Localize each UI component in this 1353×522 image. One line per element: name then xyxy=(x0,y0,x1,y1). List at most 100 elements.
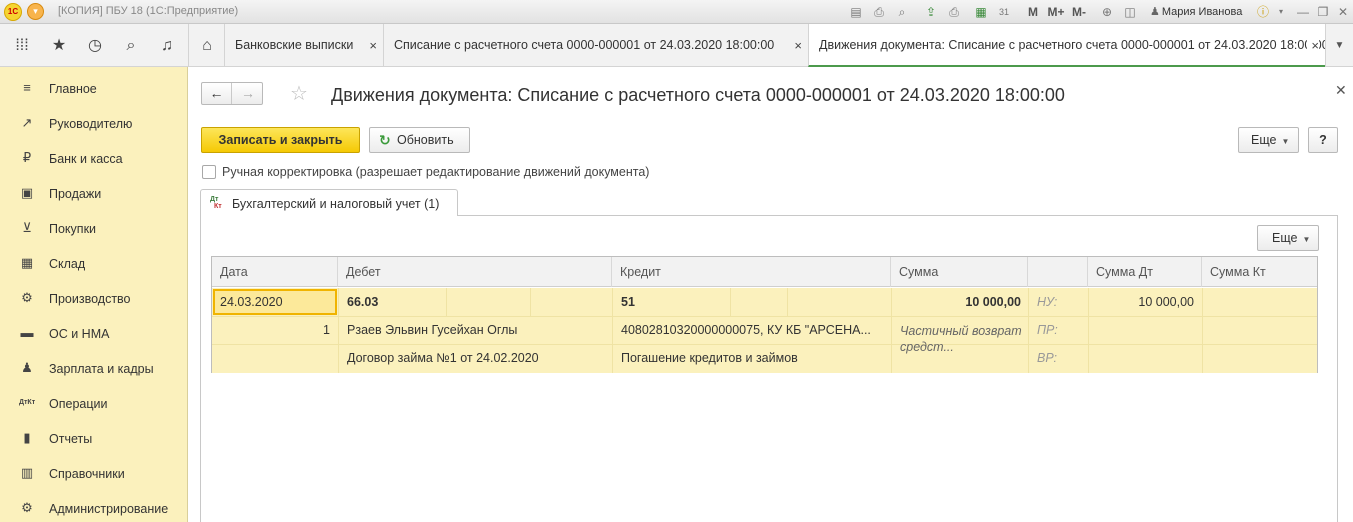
notifications-bell-icon[interactable]: ♫ xyxy=(156,36,178,56)
calendar-icon[interactable]: 31 xyxy=(996,4,1012,20)
tabs-dropdown-icon[interactable]: ▼ xyxy=(1325,24,1353,67)
refresh-icon: ↻ xyxy=(379,132,391,148)
column-header-empty[interactable] xyxy=(1028,257,1088,287)
person-icon: ♟ xyxy=(21,360,33,375)
date-cell[interactable]: 24.03.2020 xyxy=(213,289,337,315)
sidebar-item-salary[interactable]: ♟ Зарплата и кадры xyxy=(0,350,188,385)
help-button[interactable]: ? xyxy=(1308,127,1338,153)
memory-minus-button[interactable]: M- xyxy=(1069,4,1089,20)
sidebar-item-bank[interactable]: ₽ Банк и касса xyxy=(0,140,188,175)
zoom-icon[interactable]: ⊕ xyxy=(1099,4,1115,20)
info-dropdown-icon[interactable]: ▾ xyxy=(1273,4,1289,20)
sidebar-item-catalogs[interactable]: ▥ Справочники xyxy=(0,455,188,490)
manual-correction-checkbox[interactable] xyxy=(202,165,216,179)
main-menu-button[interactable]: ▾ xyxy=(27,3,44,20)
sidebar-item-admin[interactable]: ⚙ Администрирование xyxy=(0,490,188,522)
ruble-icon: ₽ xyxy=(22,150,32,165)
credit-account[interactable]: 51 xyxy=(621,288,635,316)
column-header-sum-kt[interactable]: Сумма Кт xyxy=(1202,257,1317,287)
tab-close-icon[interactable]: × xyxy=(1307,24,1319,65)
column-header-credit[interactable]: Кредит xyxy=(612,257,891,287)
basket-icon: ⊻ xyxy=(22,220,32,235)
content-text[interactable]: Частичный возврат средст... xyxy=(900,323,1022,359)
sidebar-item-label: Отчеты xyxy=(49,432,93,446)
sidebar-item-sales[interactable]: ▣ Продажи xyxy=(0,175,188,210)
upload-icon[interactable]: ⇪ xyxy=(923,4,939,20)
bar-chart-icon: ▮ xyxy=(23,430,31,445)
close-form-icon[interactable]: ✕ xyxy=(1335,82,1347,99)
vr-label: ВР: xyxy=(1037,351,1058,365)
forward-arrow-icon[interactable]: → xyxy=(233,83,263,104)
gear-icon: ⚙ xyxy=(21,500,33,515)
sidebar-item-label: Справочники xyxy=(49,467,125,481)
sidebar-item-production[interactable]: ⚙ Производство xyxy=(0,280,188,315)
info-icon[interactable]: ⓘ xyxy=(1255,4,1271,20)
tab-accounting-tax[interactable]: Дт Кт Бухгалтерский и налоговый учет (1) xyxy=(200,189,458,216)
memory-m-button[interactable]: M xyxy=(1025,4,1041,20)
save-icon[interactable]: ▤ xyxy=(848,4,864,20)
menu-lines-icon: ≡ xyxy=(23,80,31,95)
debit-account[interactable]: 66.03 xyxy=(347,288,378,316)
sum-dt-value[interactable]: 10 000,00 xyxy=(1088,288,1194,316)
sum-value[interactable]: 10 000,00 xyxy=(891,288,1021,316)
restore-icon[interactable]: ❐ xyxy=(1315,4,1331,20)
sidebar: ≡ Главное ↗ Руководителю ₽ Банк и касса ▣ Пр… xyxy=(0,67,188,522)
home-icon[interactable]: ⌂ xyxy=(190,24,224,67)
more-button[interactable]: Еще ▼ xyxy=(1238,127,1299,153)
print-icon[interactable]: ⎙ xyxy=(871,4,887,20)
calculator-icon[interactable]: ▦ xyxy=(973,4,989,20)
sum-kt-value[interactable] xyxy=(1202,288,1308,316)
column-header-debit[interactable]: Дебет xyxy=(338,257,612,287)
back-arrow-icon[interactable]: ← xyxy=(202,83,232,104)
history-icon[interactable]: ◷ xyxy=(84,36,106,56)
tab-bank-statements[interactable]: Банковские выписки × xyxy=(224,24,383,67)
window-title: [КОПИЯ] ПБУ 18 (1С:Предприятие) xyxy=(58,5,239,17)
user-menu[interactable]: ♟ Мария Иванова xyxy=(1150,5,1242,18)
column-header-sum-dt[interactable]: Сумма Дт xyxy=(1088,257,1202,287)
more-label: Еще xyxy=(1251,133,1277,147)
tab-close-icon[interactable]: × xyxy=(369,24,377,67)
apps-grid-icon[interactable]: ⁞⁞⁞ xyxy=(11,36,33,56)
save-and-close-button[interactable]: Записать и закрыть xyxy=(201,127,360,153)
minimize-icon[interactable]: — xyxy=(1295,4,1311,20)
column-divider xyxy=(730,288,731,316)
column-header-sum[interactable]: Сумма xyxy=(891,257,1028,287)
search-icon[interactable]: ⌕ xyxy=(120,36,142,56)
favorites-star-icon[interactable]: ★ xyxy=(48,36,70,56)
column-divider xyxy=(530,288,531,316)
sidebar-item-reports[interactable]: ▮ Отчеты xyxy=(0,420,188,455)
refresh-button[interactable]: ↻ Обновить xyxy=(369,127,470,153)
printer-icon[interactable]: ⎙ xyxy=(946,4,962,20)
debit-subconto-2[interactable]: Договор займа №1 от 24.02.2020 xyxy=(347,344,539,372)
table-header: Дата Дебет Кредит Сумма Сумма Дт Сумма К… xyxy=(212,257,1317,287)
panels-icon[interactable]: ◫ xyxy=(1122,4,1138,20)
nu-label: НУ: xyxy=(1037,295,1058,309)
memory-plus-button[interactable]: M+ xyxy=(1046,4,1066,20)
sidebar-item-fixed-assets[interactable]: ▬ ОС и НМА xyxy=(0,315,188,350)
table-more-button[interactable]: Еще ▼ xyxy=(1257,225,1319,251)
sidebar-item-main[interactable]: ≡ Главное xyxy=(0,70,188,105)
sidebar-item-operations[interactable]: ДтКт Операции xyxy=(0,385,188,420)
table-row[interactable]: 24.03.2020 1 66.03 Рзаев Эльвин Гусейхан… xyxy=(212,288,1317,373)
book-icon: ▥ xyxy=(20,465,34,480)
sidebar-item-purchases[interactable]: ⊻ Покупки xyxy=(0,210,188,245)
tab-close-icon[interactable]: × xyxy=(794,24,802,67)
tab-payment-document[interactable]: Списание с расчетного счета 0000-000001 … xyxy=(383,24,808,67)
credit-subconto-2[interactable]: Погашение кредитов и займов xyxy=(621,344,798,372)
sidebar-item-director[interactable]: ↗ Руководителю xyxy=(0,105,188,140)
credit-subconto-1[interactable]: 40802810320000000075, КУ КБ "АРСЕНА... xyxy=(621,316,887,344)
manual-correction-label[interactable]: Ручная корректировка (разрешает редактир… xyxy=(222,165,649,179)
column-header-date[interactable]: Дата xyxy=(212,257,338,287)
favorite-star-icon[interactable]: ☆ xyxy=(290,81,308,106)
close-window-icon[interactable]: ✕ xyxy=(1335,4,1351,20)
top-navigation: ⁞⁞⁞ ★ ◷ ⌕ ♫ ⌂ Банковские выписки × Списа… xyxy=(0,24,1353,67)
sidebar-item-label: ОС и НМА xyxy=(49,327,110,341)
dt-kt-icon: ДтКт xyxy=(210,196,222,210)
sidebar-item-label: Склад xyxy=(49,257,86,271)
debit-subconto-1[interactable]: Рзаев Эльвин Гусейхан Оглы xyxy=(347,316,517,344)
sidebar-item-warehouse[interactable]: ▦ Склад xyxy=(0,245,188,280)
trend-icon: ↗ xyxy=(21,115,33,130)
tab-document-movements[interactable]: Движения документа: Списание с расчетног… xyxy=(808,24,1325,67)
preview-icon[interactable]: ⌕ xyxy=(894,4,910,20)
pr-label: ПР: xyxy=(1037,323,1058,337)
